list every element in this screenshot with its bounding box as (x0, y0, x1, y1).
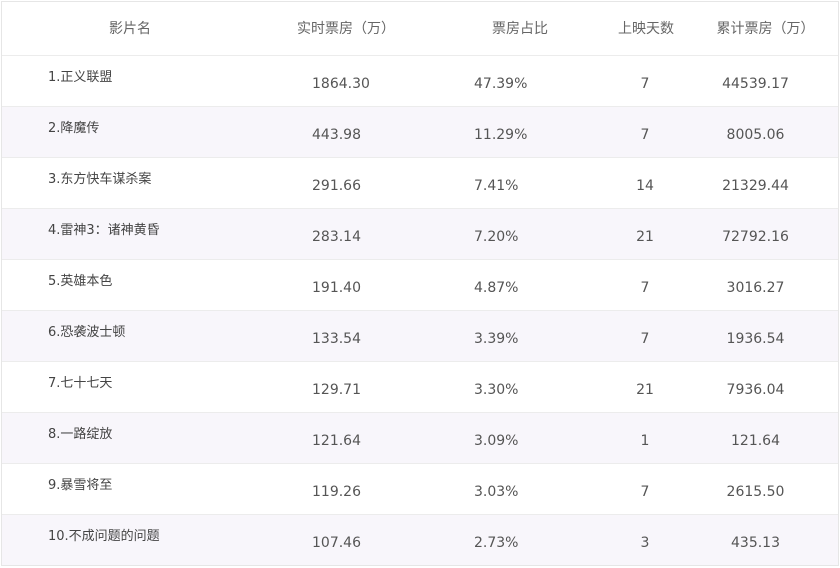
film-name-cell: 5.英雄本色 (48, 273, 113, 289)
table-row[interactable]: 1.正义联盟 1864.30 47.39% 7 44539.17 (2, 55, 838, 106)
realtime-box-office-cell: 291.66 (312, 177, 361, 194)
cumulative-box-office-cell: 121.64 (731, 432, 780, 449)
cumulative-box-office-cell: 21329.44 (722, 177, 789, 194)
film-name-cell: 7.七十七天 (48, 375, 113, 391)
table-row[interactable]: 6.恐袭波士顿 133.54 3.39% 7 1936.54 (2, 310, 838, 361)
cumulative-box-office-cell: 8005.06 (726, 126, 785, 143)
header-box-office-share[interactable]: 票房占比 (441, 2, 599, 56)
share-cell: 3.03% (474, 483, 519, 500)
header-film-name[interactable]: 影片名 (2, 2, 223, 56)
days-cell: 7 (640, 126, 650, 143)
table-row[interactable]: 4.雷神3：诸神黄昏 283.14 7.20% 21 72792.16 (2, 208, 838, 259)
share-cell: 3.09% (474, 432, 519, 449)
cumulative-box-office-cell: 3016.27 (726, 279, 785, 296)
table-row[interactable]: 8.一路绽放 121.64 3.09% 1 121.64 (2, 412, 838, 463)
film-name-cell: 8.一路绽放 (48, 426, 113, 442)
table-row[interactable]: 7.七十七天 129.71 3.30% 21 7936.04 (2, 361, 838, 412)
film-name-cell: 4.雷神3：诸神黄昏 (48, 222, 160, 238)
realtime-box-office-cell: 443.98 (312, 126, 361, 143)
share-cell: 7.41% (474, 177, 519, 194)
table-row[interactable]: 5.英雄本色 191.40 4.87% 7 3016.27 (2, 259, 838, 310)
share-cell: 11.29% (474, 126, 528, 143)
days-cell: 7 (640, 75, 650, 92)
cumulative-box-office-cell: 1936.54 (726, 330, 785, 347)
box-office-table-container: 影片名 实时票房（万） 票房占比 上映天数 累计票房（万） 1.正义联盟 186… (1, 1, 839, 566)
film-name-cell: 6.恐袭波士顿 (48, 324, 126, 340)
header-days-showing[interactable]: 上映天数 (599, 2, 693, 56)
days-cell: 21 (636, 381, 654, 398)
realtime-box-office-cell: 191.40 (312, 279, 361, 296)
share-cell: 3.39% (474, 330, 519, 347)
film-name-cell: 2.降魔传 (48, 120, 100, 136)
days-cell: 7 (640, 279, 650, 296)
days-cell: 21 (636, 228, 654, 245)
table-row[interactable]: 2.降魔传 443.98 11.29% 7 8005.06 (2, 106, 838, 157)
cumulative-box-office-cell: 7936.04 (726, 381, 785, 398)
realtime-box-office-cell: 283.14 (312, 228, 361, 245)
share-cell: 47.39% (474, 75, 528, 92)
realtime-box-office-cell: 107.46 (312, 534, 361, 551)
header-realtime-box-office[interactable]: 实时票房（万） (223, 2, 441, 56)
header-cumulative-box-office[interactable]: 累计票房（万） (693, 2, 838, 56)
film-name-cell: 3.东方快车谋杀案 (48, 171, 152, 187)
cumulative-box-office-cell: 435.13 (731, 534, 780, 551)
days-cell: 7 (640, 483, 650, 500)
table-row[interactable]: 9.暴雪将至 119.26 3.03% 7 2615.50 (2, 463, 838, 514)
cumulative-box-office-cell: 72792.16 (722, 228, 789, 245)
film-name-cell: 9.暴雪将至 (48, 477, 113, 493)
cumulative-box-office-cell: 2615.50 (726, 483, 785, 500)
days-cell: 3 (640, 534, 650, 551)
days-cell: 7 (640, 330, 650, 347)
share-cell: 2.73% (474, 534, 519, 551)
film-name-cell: 10.不成问题的问题 (48, 528, 160, 544)
film-name-cell: 1.正义联盟 (48, 69, 113, 85)
realtime-box-office-cell: 121.64 (312, 432, 361, 449)
realtime-box-office-cell: 119.26 (312, 483, 361, 500)
realtime-box-office-cell: 1864.30 (312, 75, 370, 92)
days-cell: 14 (636, 177, 654, 194)
table-row[interactable]: 10.不成问题的问题 107.46 2.73% 3 435.13 (2, 514, 838, 565)
table-row[interactable]: 3.东方快车谋杀案 291.66 7.41% 14 21329.44 (2, 157, 838, 208)
share-cell: 7.20% (474, 228, 519, 245)
cumulative-box-office-cell: 44539.17 (722, 75, 789, 92)
share-cell: 3.30% (474, 381, 519, 398)
box-office-table: 影片名 实时票房（万） 票房占比 上映天数 累计票房（万） 1.正义联盟 186… (2, 2, 838, 565)
realtime-box-office-cell: 129.71 (312, 381, 361, 398)
realtime-box-office-cell: 133.54 (312, 330, 361, 347)
days-cell: 1 (640, 432, 650, 449)
share-cell: 4.87% (474, 279, 519, 296)
table-header-row: 影片名 实时票房（万） 票房占比 上映天数 累计票房（万） (2, 2, 838, 56)
